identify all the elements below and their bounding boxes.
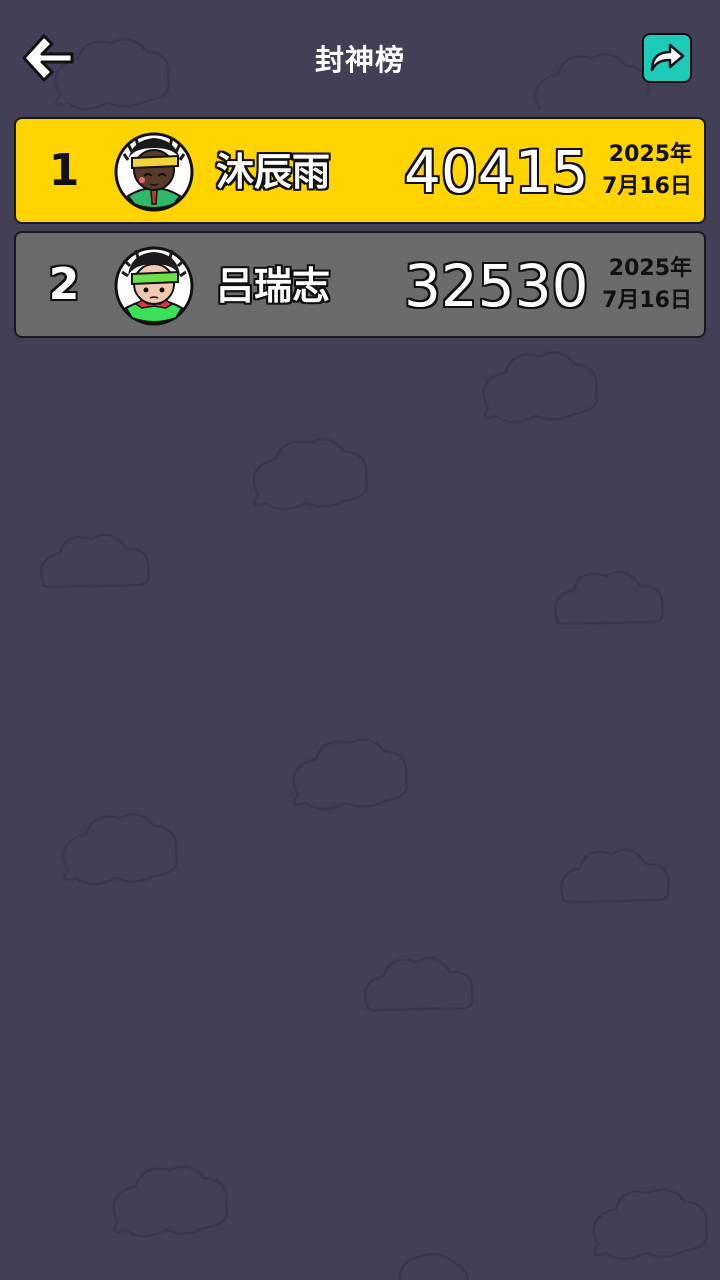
player-name: 沐辰雨 bbox=[216, 150, 331, 194]
record-date-year: 2025年 bbox=[608, 256, 692, 281]
share-arrow-icon bbox=[650, 43, 685, 72]
player-score: 32530 bbox=[404, 252, 589, 320]
share-button[interactable] bbox=[642, 33, 692, 83]
player-score: 40415 bbox=[404, 138, 589, 206]
player-name: 吕瑞志 bbox=[216, 264, 331, 308]
player-avatar-icon bbox=[114, 132, 194, 212]
record-date: 2025年 7月16日 bbox=[582, 139, 692, 203]
player-avatar-icon bbox=[114, 246, 194, 326]
record-date-year: 2025年 bbox=[608, 142, 692, 167]
record-date-day: 7月16日 bbox=[602, 288, 692, 313]
leaderboard-row[interactable]: 2 吕瑞志 32530 2025年 7月16日 bbox=[14, 231, 706, 338]
page-title: 封神榜 bbox=[314, 43, 405, 77]
leaderboard-list: 1 沐辰雨 40415 2025年 7月16日 2 吕瑞志 32530 2025… bbox=[14, 117, 706, 345]
rank-number: 1 bbox=[48, 145, 80, 196]
leaderboard-row[interactable]: 1 沐辰雨 40415 2025年 7月16日 bbox=[14, 117, 706, 224]
rank-number: 2 bbox=[48, 259, 80, 310]
record-date: 2025年 7月16日 bbox=[582, 253, 692, 317]
record-date-day: 7月16日 bbox=[602, 174, 692, 199]
top-bar: 封神榜 bbox=[0, 0, 720, 116]
